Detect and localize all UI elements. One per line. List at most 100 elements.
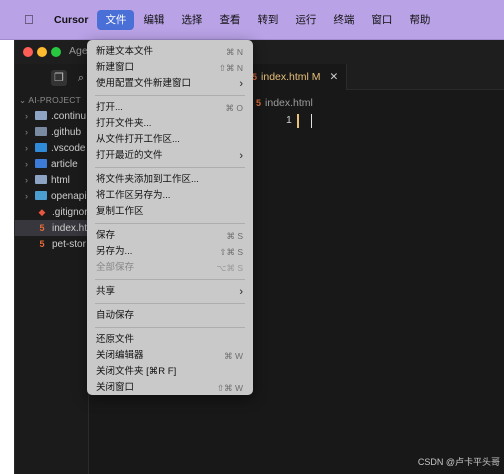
folder-icon [35, 143, 47, 152]
tree-folder[interactable]: › html [15, 172, 88, 188]
menu-item[interactable]: 打开最近的文件 › [87, 148, 253, 164]
text-caret[interactable] [311, 114, 312, 128]
menu-item-label: 使用配置文件新建窗口 [96, 78, 192, 89]
menu-item[interactable]: 关闭窗口 ⇧⌘ W [87, 380, 253, 395]
chevron-right-icon: › [25, 111, 28, 121]
menubar-item[interactable]: 窗口 [363, 10, 400, 30]
tree-folder[interactable]: › openapi [15, 188, 88, 204]
project-name: AI-PROJECT [28, 95, 81, 105]
menu-item-label: 保存 [96, 230, 116, 241]
menu-shortcut: ⌘ N [226, 47, 243, 57]
tree-file[interactable]: ◆ .gitignore [15, 204, 88, 220]
menu-item-label: 将工作区另存为... [96, 190, 171, 201]
menu-item-label: 打开文件夹... [96, 118, 152, 129]
menu-item[interactable]: 使用配置文件新建窗口 › [87, 76, 253, 92]
menubar-item[interactable]: 运行 [287, 10, 324, 30]
file-tree: › .continu › .github › .vscode › article › html › o… [15, 108, 88, 252]
folder-icon [35, 175, 47, 184]
menu-item-label: 新建文本文件 [96, 46, 154, 57]
html-file-icon: 5 [256, 98, 262, 108]
menu-item[interactable]: 打开... ⌘ O [87, 100, 253, 116]
watermark: CSDN @卢卡平头哥 [417, 457, 500, 467]
submenu-arrow-icon: › [239, 78, 243, 90]
modified-badge: M [311, 71, 321, 83]
chevron-right-icon: › [25, 191, 28, 201]
menu-item-label: 从文件打开工作区... [96, 134, 180, 145]
menu-shortcut: ⌘ S [226, 231, 243, 241]
tree-item-label: index.ht [52, 223, 88, 234]
chevron-right-icon: › [25, 127, 28, 137]
menubar-item[interactable]: 编辑 [135, 10, 172, 30]
menubar-item[interactable]: 文件 [97, 9, 135, 30]
tree-folder[interactable]: › .continu [15, 108, 88, 124]
menu-item[interactable]: 关闭文件夹 [⌘R F] [87, 364, 253, 380]
tree-folder[interactable]: › .github [15, 124, 88, 140]
tree-item-label: pet-stor [52, 239, 86, 250]
menu-item-label: 自动保存 [96, 310, 135, 321]
line-number: 1 [286, 114, 292, 126]
folder-icon [35, 191, 47, 200]
menu-item[interactable]: 关闭编辑器 ⌘ W [87, 348, 253, 364]
html-file-icon: 5 [39, 239, 45, 249]
tree-item-label: .vscode [51, 143, 86, 154]
html-file-icon: 5 [39, 223, 45, 233]
tree-item-label: .gitignore [52, 207, 88, 218]
menubar-item[interactable]: 查看 [211, 10, 248, 30]
tree-item-label: .github [51, 127, 82, 138]
sidebar-toolbar: ❐ ⌕ [15, 64, 88, 92]
folder-icon [35, 159, 47, 168]
menu-item[interactable]: 共享 › [87, 284, 253, 300]
menu-item-label: 全部保存 [96, 262, 135, 273]
menu-separator [95, 303, 245, 304]
menubar-item[interactable]: 终端 [325, 10, 362, 30]
menubar-item[interactable]: 帮助 [401, 10, 438, 30]
menu-item[interactable]: 复制工作区 [87, 204, 253, 220]
menu-item[interactable]: 另存为... ⇧⌘ S [87, 244, 253, 260]
menu-item[interactable]: 将文件夹添加到工作区... [87, 172, 253, 188]
menu-item[interactable]: 保存 ⌘ S [87, 228, 253, 244]
tab-index-html[interactable]: 5 index.html M ✕ [244, 64, 348, 90]
menu-separator [95, 95, 245, 96]
menu-shortcut: ⌘ W [224, 351, 243, 361]
breadcrumb[interactable]: 5 index.html [256, 97, 313, 109]
menubar-item[interactable]: Cursor [52, 10, 96, 30]
minimize-window-icon[interactable] [37, 47, 47, 57]
menu-item-label: 关闭文件夹 [⌘R F] [96, 366, 177, 377]
tree-folder[interactable]: › .vscode [15, 140, 88, 156]
menu-item-label: 关闭编辑器 [96, 350, 144, 361]
menu-item[interactable]: 打开文件夹... [87, 116, 253, 132]
tree-folder[interactable]: › article [15, 156, 88, 172]
chevron-right-icon: › [25, 159, 28, 169]
submenu-arrow-icon: › [239, 286, 243, 298]
tree-item-label: article [51, 159, 78, 170]
current-line-indicator [297, 114, 299, 128]
menu-separator [95, 327, 245, 328]
apple-logo-icon[interactable]:  [24, 12, 38, 27]
menubar-item[interactable]: 选择 [173, 10, 210, 30]
menu-item-label: 还原文件 [96, 334, 135, 345]
tree-item-label: openapi [51, 191, 87, 202]
menu-shortcut: ⇧⌘ N [218, 63, 243, 73]
menu-separator [95, 167, 245, 168]
submenu-arrow-icon: › [239, 150, 243, 162]
tree-file[interactable]: 5 index.ht [15, 220, 88, 236]
tree-file[interactable]: 5 pet-stor [15, 236, 88, 252]
menu-item[interactable]: 新建文本文件 ⌘ N [87, 44, 253, 60]
menu-shortcut: ⇧⌘ S [219, 247, 243, 257]
close-window-icon[interactable] [23, 47, 33, 57]
menu-item[interactable]: 还原文件 [87, 332, 253, 348]
close-tab-icon[interactable]: ✕ [329, 71, 338, 83]
breadcrumb-file: index.html [265, 97, 313, 109]
files-icon[interactable]: ❐ [51, 70, 67, 86]
zoom-window-icon[interactable] [51, 47, 61, 57]
menu-item[interactable]: 新建窗口 ⇧⌘ N [87, 60, 253, 76]
menu-item[interactable]: 自动保存 [87, 308, 253, 324]
project-header[interactable]: ⌄ AI-PROJECT [15, 92, 88, 108]
menu-item[interactable]: 将工作区另存为... [87, 188, 253, 204]
tree-item-label: .continu [51, 111, 87, 122]
menu-shortcut: ⌘ O [225, 103, 243, 113]
menubar-item[interactable]: 转到 [249, 10, 286, 30]
menu-item-label: 另存为... [96, 246, 133, 257]
menu-item[interactable]: 从文件打开工作区... [87, 132, 253, 148]
menu-item: 全部保存 ⌥⌘ S [87, 260, 253, 276]
